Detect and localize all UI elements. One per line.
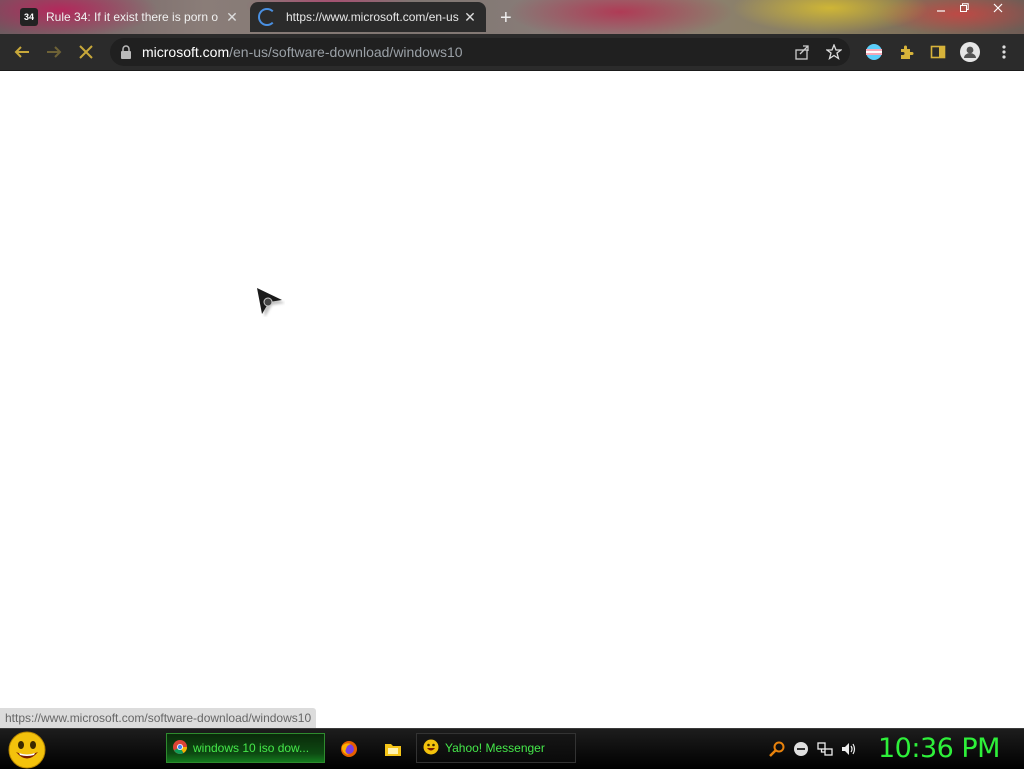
address-url[interactable]: microsoft.com/en-us/software-download/wi… — [142, 44, 463, 60]
tab-title: Rule 34: If it exist there is porn o — [46, 10, 219, 24]
back-arrow-icon[interactable] — [10, 40, 34, 64]
network-icon[interactable] — [816, 740, 834, 758]
address-host: microsoft.com — [142, 44, 230, 60]
minus-circle-icon[interactable] — [792, 740, 810, 758]
taskbar-button-yahoo-messenger[interactable]: Yahoo! Messenger — [416, 733, 576, 763]
status-url-bubble: https://www.microsoft.com/software-downl… — [0, 708, 317, 728]
yahoo-messenger-icon — [423, 739, 439, 758]
taskbar-button-label: windows 10 iso dow... — [193, 741, 310, 755]
firefox-icon[interactable] — [339, 739, 359, 759]
lock-icon[interactable] — [120, 45, 132, 64]
taskbar-button-label: Yahoo! Messenger — [445, 741, 545, 755]
forward-arrow-icon[interactable] — [42, 40, 66, 64]
tab-favicon: 34 — [20, 8, 38, 26]
taskbar: windows 10 iso dow... Yahoo! Messenger 1… — [0, 728, 1024, 769]
start-smiley-icon[interactable] — [8, 731, 46, 769]
tab-title: https://www.microsoft.com/en-us — [286, 10, 459, 24]
address-bar[interactable]: microsoft.com/en-us/software-download/wi… — [110, 38, 850, 66]
taskbar-clock[interactable]: 10:36 PM — [878, 733, 1000, 764]
stop-loading-icon[interactable] — [74, 40, 98, 64]
side-panel-icon[interactable] — [926, 40, 950, 64]
account-avatar-icon[interactable] — [958, 40, 982, 64]
loading-spinner-icon — [258, 8, 276, 26]
address-path: /en-us/software-download/windows10 — [229, 44, 463, 60]
profile-flag-icon[interactable] — [862, 40, 886, 64]
tab-active[interactable]: https://www.microsoft.com/en-us ✕ — [250, 2, 486, 32]
search-icon[interactable] — [768, 740, 786, 758]
page-viewport[interactable] — [0, 71, 1024, 728]
share-icon[interactable] — [790, 40, 814, 64]
restore-icon[interactable] — [953, 0, 975, 16]
extensions-puzzle-icon[interactable] — [894, 40, 918, 64]
menu-kebab-icon[interactable] — [992, 40, 1016, 64]
close-window-icon[interactable] — [987, 0, 1009, 16]
close-tab-icon[interactable]: ✕ — [224, 9, 240, 25]
chrome-icon — [173, 739, 187, 757]
volume-icon[interactable] — [840, 740, 858, 758]
mouse-cursor-icon — [255, 287, 285, 322]
new-tab-button[interactable]: + — [500, 7, 512, 30]
bookmark-star-icon[interactable] — [822, 40, 846, 64]
folder-icon[interactable] — [383, 739, 403, 759]
taskbar-button-chrome[interactable]: windows 10 iso dow... — [166, 733, 325, 763]
tab-inactive[interactable]: 34 Rule 34: If it exist there is porn o … — [12, 2, 248, 32]
browser-toolbar: microsoft.com/en-us/software-download/wi… — [0, 34, 1024, 71]
minimize-icon[interactable] — [930, 0, 952, 16]
close-tab-icon[interactable]: ✕ — [462, 9, 478, 25]
tab-strip: 34 Rule 34: If it exist there is porn o … — [0, 0, 1024, 34]
